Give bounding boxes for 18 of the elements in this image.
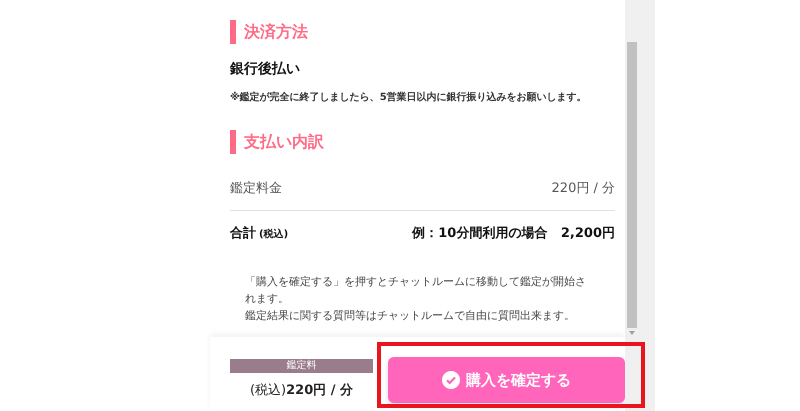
scrollbar-thumb[interactable] [627, 42, 637, 328]
payment-note: ※鑑定が完全に終了しましたら、5営業日以内に銀行振り込みをお願いします。 [230, 90, 588, 104]
payment-method: 銀行後払い [230, 60, 301, 78]
section-heading: 支払い内訳 [244, 132, 324, 152]
heading-accent-bar [230, 130, 236, 154]
heading-accent-bar [230, 20, 236, 44]
fee-value: 220円 / 分 [552, 180, 615, 197]
notice-text: 鑑定結果に関する質問等はチャットルームで自由に質問出来ます。 [245, 308, 576, 324]
price-tag: 鑑定料 [230, 359, 373, 373]
price-text: (税込)220円 / 分 [250, 382, 354, 399]
fee-label: 鑑定料金 [230, 180, 282, 197]
total-value: 例：10分間利用の場合 2,200円 [412, 225, 615, 242]
total-label: 合計 (税込) [230, 224, 288, 242]
scroll-down-icon[interactable] [629, 331, 635, 335]
check-circle-icon [442, 371, 460, 389]
confirm-purchase-button[interactable]: 購入を確定する [388, 357, 625, 403]
section-heading: 決済方法 [244, 22, 308, 42]
notice-text: 「購入を確定する」を押すとチャットルームに移動して鑑定が開始されます。 [245, 274, 587, 307]
